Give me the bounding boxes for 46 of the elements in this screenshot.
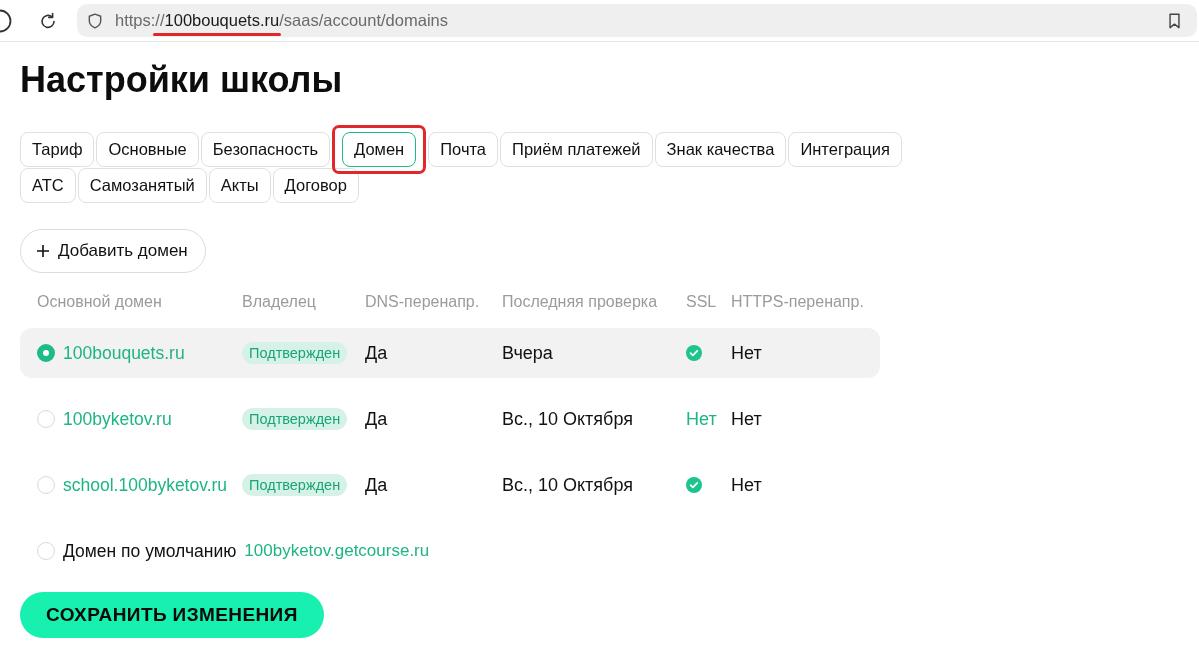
- column-header: Владелец: [242, 293, 317, 311]
- status-badge: Подтвержден: [242, 342, 348, 364]
- table-cell: Нет: [731, 408, 762, 429]
- column-header: DNS-перенапр.: [365, 293, 481, 311]
- column-header: SSL: [686, 293, 718, 311]
- table-cell: Нет: [731, 342, 762, 363]
- table-cell: Да: [365, 342, 388, 363]
- table-cell: Нет: [731, 474, 762, 495]
- check-circle-icon: [686, 345, 702, 361]
- tab[interactable]: Самозанятый: [77, 168, 207, 203]
- radio-button[interactable]: [37, 476, 55, 494]
- radio-button[interactable]: [37, 410, 55, 428]
- tab[interactable]: Акты: [208, 168, 271, 203]
- shield-icon: [88, 12, 102, 29]
- radio-button[interactable]: [37, 344, 55, 362]
- tab[interactable]: Почта: [428, 132, 499, 167]
- page-title: Настройки школы: [20, 58, 344, 102]
- tab[interactable]: Приём платежей: [500, 132, 653, 167]
- table-cell: Вчера: [502, 342, 553, 363]
- status-badge: Подтвержден: [242, 474, 348, 496]
- table-cell: Да: [365, 408, 388, 429]
- status-badge: Подтвержден: [242, 408, 348, 430]
- table-cell: Вс., 10 Октября: [502, 474, 633, 495]
- column-header: Основной домен: [37, 293, 163, 311]
- address-bar[interactable]: https://100bouquets.ru/saas/account/domains: [77, 4, 1197, 37]
- plus-icon: [37, 245, 49, 257]
- bookmark-icon[interactable]: [1168, 12, 1181, 29]
- add-domain-button[interactable]: Добавить домен: [20, 229, 206, 273]
- column-header: Последняя проверка: [502, 293, 659, 311]
- tab[interactable]: Интеграция: [788, 132, 902, 167]
- table-cell: Вс., 10 Октября: [502, 408, 633, 429]
- table-cell: Да: [365, 474, 388, 495]
- check-circle-icon: [686, 477, 702, 493]
- save-button[interactable]: СОХРАНИТЬ ИЗМЕНЕНИЯ: [20, 592, 324, 638]
- reload-icon[interactable]: [38, 10, 58, 31]
- radio-button[interactable]: [37, 542, 55, 560]
- tab[interactable]: Домен: [342, 132, 417, 167]
- table-cell: Нет: [686, 408, 717, 429]
- default-domain-label: Домен по умолчанию: [63, 540, 237, 562]
- tab[interactable]: Договор: [272, 168, 359, 203]
- tab[interactable]: Основные: [96, 132, 199, 167]
- tab[interactable]: Безопасность: [200, 132, 331, 167]
- tab[interactable]: Знак качества: [654, 132, 787, 167]
- tab[interactable]: АТС: [20, 168, 76, 203]
- tab[interactable]: Тариф: [20, 132, 95, 167]
- column-header: HTTPS-перенапр.: [731, 293, 865, 311]
